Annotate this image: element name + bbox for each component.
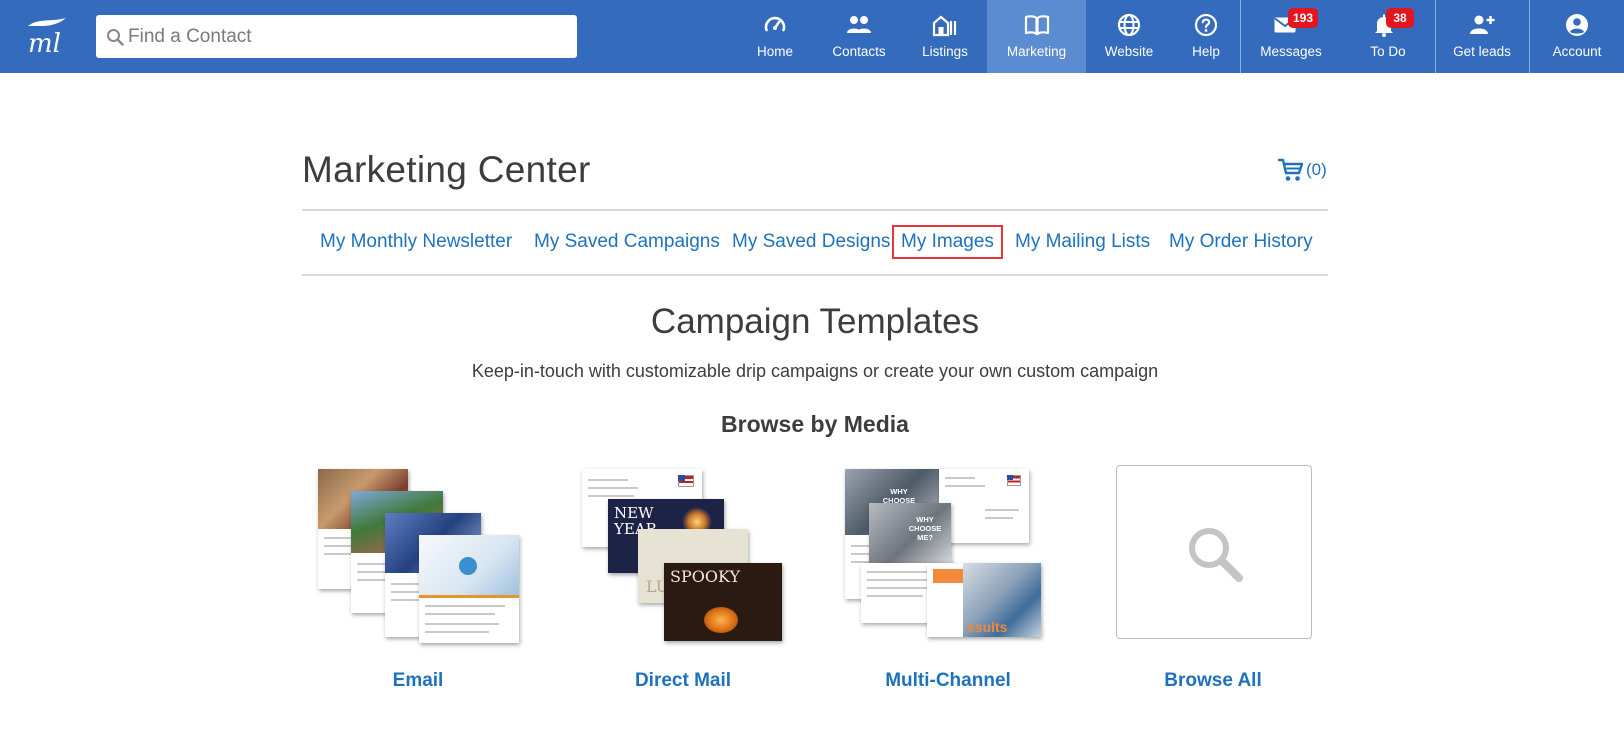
postcard-back-preview bbox=[939, 469, 1029, 543]
ml-logo-icon: ml bbox=[28, 18, 66, 59]
nav-label: Listings bbox=[922, 44, 968, 59]
dashboard-gauge-icon bbox=[764, 16, 786, 32]
nav-contacts[interactable]: Contacts bbox=[826, 0, 892, 73]
add-user-icon bbox=[1470, 15, 1495, 34]
cart-link[interactable]: (0) bbox=[1278, 157, 1327, 183]
media-card-email[interactable]: Email bbox=[313, 467, 523, 707]
shopping-cart-icon bbox=[1278, 158, 1304, 181]
magnifier-icon bbox=[1189, 528, 1243, 582]
nav-label: Marketing bbox=[1006, 44, 1067, 59]
nav-label: Help bbox=[1192, 44, 1220, 59]
nav-label: Messages bbox=[1260, 44, 1322, 59]
svg-text:ml: ml bbox=[28, 29, 61, 58]
media-label-browse-all: Browse All bbox=[1164, 670, 1262, 691]
postcard-text: SPOOKY bbox=[670, 567, 741, 586]
nav-home[interactable]: Home bbox=[750, 0, 800, 73]
nav-label: Website bbox=[1104, 44, 1154, 59]
nav-divider bbox=[1435, 0, 1436, 73]
direct-mail-thumbnail: NEW YEAR LU SPOOKY bbox=[578, 467, 788, 645]
media-card-direct-mail[interactable]: NEW YEAR LU SPOOKY Direct Mail bbox=[578, 467, 788, 707]
nav-listings[interactable]: Listings bbox=[916, 0, 974, 73]
page-title: Marketing Center bbox=[302, 149, 591, 190]
todo-count-badge: 38 bbox=[1386, 8, 1414, 28]
media-label-direct-mail: Direct Mail bbox=[634, 670, 732, 691]
contact-search-input[interactable] bbox=[128, 15, 568, 58]
nav-account[interactable]: Account bbox=[1545, 0, 1609, 73]
contact-search-box[interactable] bbox=[96, 15, 577, 58]
nav-label: Account bbox=[1552, 44, 1602, 59]
nav-messages[interactable]: 193 Messages bbox=[1250, 0, 1332, 73]
postcard-spooky-preview: SPOOKY bbox=[664, 563, 782, 641]
people-icon bbox=[847, 16, 871, 33]
top-navigation-bar: ml Home Contacts bbox=[0, 0, 1624, 73]
nav-get-leads[interactable]: Get leads bbox=[1448, 0, 1516, 73]
brand-logo[interactable]: ml bbox=[22, 14, 70, 59]
browse-all-box bbox=[1116, 465, 1312, 639]
nav-divider bbox=[1529, 0, 1530, 73]
question-circle-icon bbox=[1194, 13, 1218, 37]
media-label-multi-channel: Multi-Channel bbox=[885, 670, 1011, 691]
messages-count-badge: 193 bbox=[1288, 8, 1319, 28]
nav-label: Get leads bbox=[1453, 44, 1511, 59]
cart-count: (0) bbox=[1306, 160, 1327, 179]
multi-channel-thumbnail: WHY CHOOSE ME? WHY CHOOSE ME? esults bbox=[843, 467, 1053, 645]
section-title: Campaign Templates bbox=[650, 302, 980, 341]
postcard-preview: WHY CHOOSE ME? bbox=[869, 503, 951, 565]
buildings-icon bbox=[932, 15, 957, 37]
nav-website[interactable]: Website bbox=[1099, 0, 1159, 73]
browse-title: Browse by Media bbox=[721, 411, 909, 437]
card-text: WHY CHOOSE ME? bbox=[908, 515, 942, 542]
media-label-email: Email bbox=[392, 670, 444, 691]
card-text: esults bbox=[967, 619, 1008, 635]
subnav-my-order-history[interactable]: My Order History bbox=[1169, 227, 1313, 257]
nav-to-do[interactable]: 38 To Do bbox=[1348, 0, 1428, 73]
email-thumbnail bbox=[313, 467, 523, 645]
postcard-results-preview: esults bbox=[927, 563, 1041, 637]
subnav-my-mailing-lists[interactable]: My Mailing Lists bbox=[1015, 227, 1150, 257]
nav-label: Contacts bbox=[832, 44, 886, 59]
nav-help[interactable]: Help bbox=[1186, 0, 1226, 73]
email-template-preview bbox=[419, 535, 519, 643]
divider-bottom bbox=[302, 274, 1328, 276]
divider-top bbox=[302, 209, 1328, 211]
search-icon bbox=[107, 29, 124, 46]
subnav-my-images[interactable]: My Images bbox=[892, 225, 1003, 259]
browse-all-thumbnail bbox=[1108, 465, 1318, 645]
subnav-my-saved-designs[interactable]: My Saved Designs bbox=[732, 227, 890, 257]
nav-divider bbox=[1240, 0, 1241, 73]
subnav-my-monthly-newsletter[interactable]: My Monthly Newsletter bbox=[320, 227, 512, 257]
user-circle-icon bbox=[1566, 14, 1588, 36]
section-description: Keep-in-touch with customizable drip cam… bbox=[471, 361, 1159, 381]
open-book-icon bbox=[1024, 15, 1049, 36]
nav-label: Home bbox=[756, 44, 793, 59]
media-card-browse-all[interactable]: Browse All bbox=[1108, 465, 1318, 707]
media-card-multi-channel[interactable]: WHY CHOOSE ME? WHY CHOOSE ME? esults bbox=[843, 467, 1053, 707]
subnav-my-saved-campaigns[interactable]: My Saved Campaigns bbox=[534, 227, 720, 257]
globe-icon bbox=[1117, 13, 1141, 37]
nav-label: To Do bbox=[1370, 44, 1406, 59]
nav-marketing[interactable]: Marketing bbox=[987, 0, 1086, 73]
marketing-subnav: My Monthly Newsletter My Saved Campaigns… bbox=[302, 225, 1328, 259]
